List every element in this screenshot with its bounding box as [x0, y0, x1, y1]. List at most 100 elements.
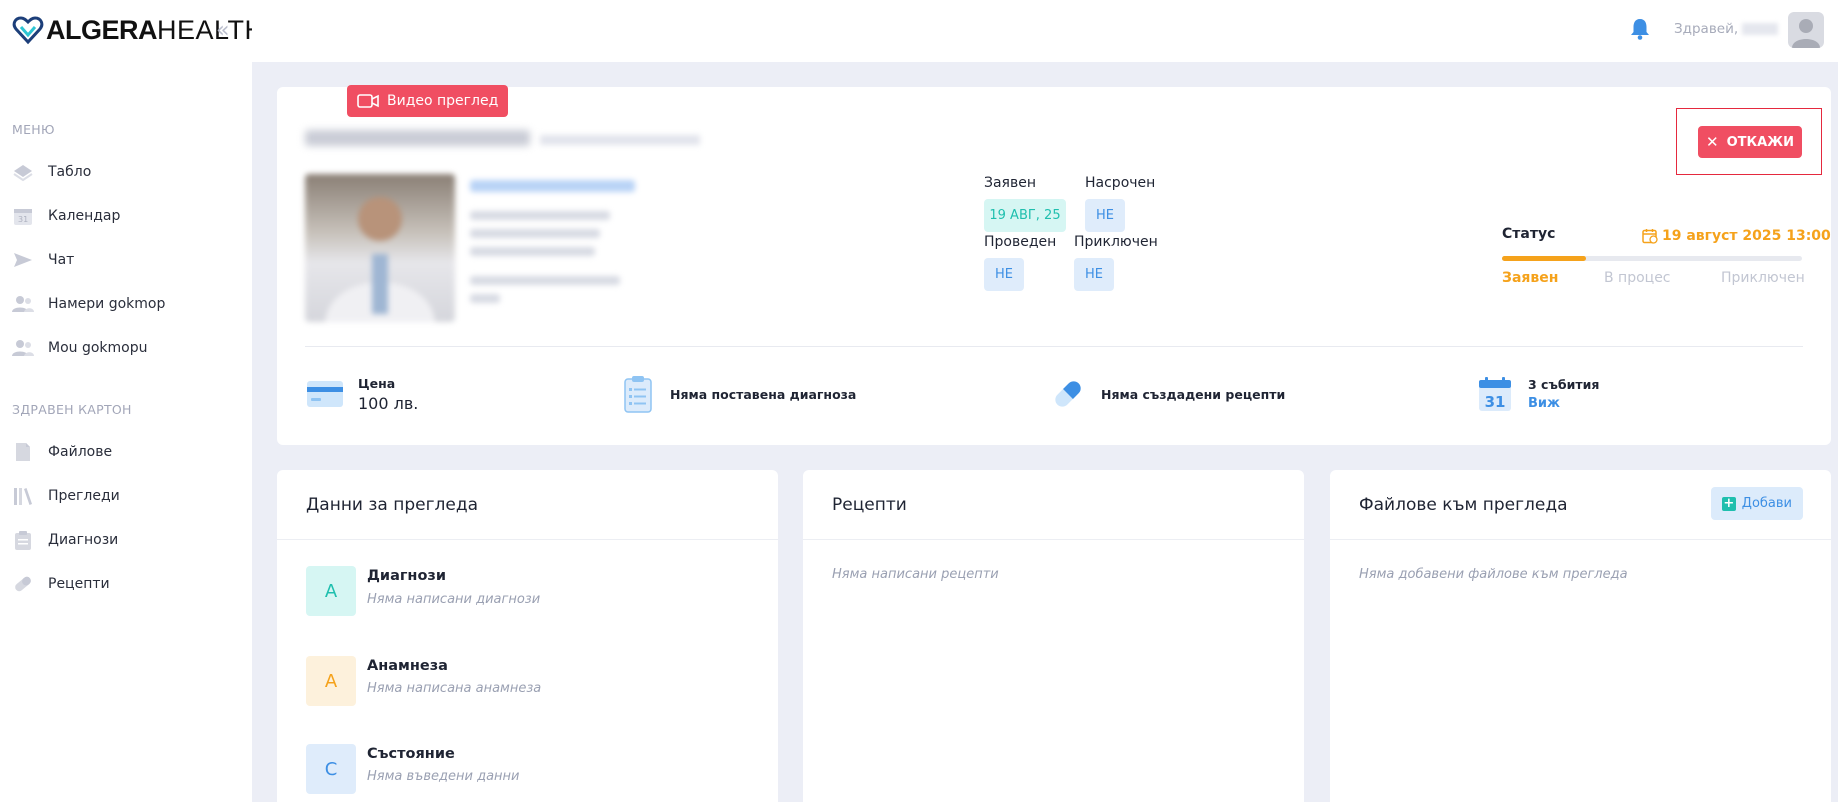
anamnesis-title[interactable]: Анамнеза — [367, 658, 448, 674]
diagnoses-badge: A — [306, 566, 356, 616]
video-exam-tag[interactable]: Видео преглед — [347, 85, 509, 117]
top-bar — [252, 0, 1838, 62]
add-file-button[interactable]: + Добави — [1710, 487, 1803, 520]
step-requested: Заявен — [1502, 270, 1559, 286]
avatar[interactable] — [1788, 12, 1824, 48]
sidebar-item-label: Mou gokmopu — [48, 340, 148, 356]
sidebar-item-calendar[interactable]: 31 Календар — [0, 196, 252, 236]
finished-label: Приключен — [1074, 234, 1158, 250]
sidebar-item-label: Намери gokmop — [48, 296, 166, 312]
bell-icon[interactable] — [1630, 18, 1650, 40]
finished-badge: НЕ — [1074, 258, 1114, 291]
anamnesis-empty: Няма написана анамнеза — [367, 681, 542, 696]
calendar-icon: 31 — [1479, 377, 1511, 411]
exam-files-card: Файлове към прегледа + Добави Няма добаве… — [1330, 470, 1831, 802]
conducted-badge: НЕ — [984, 258, 1024, 291]
step-finished: Приключен — [1721, 270, 1805, 286]
divider — [305, 346, 1803, 347]
sidebar-item-chat[interactable]: Чат — [0, 240, 252, 280]
diagnoses-title[interactable]: Диагнози — [367, 568, 446, 584]
logo-text-bold: ALGERA — [46, 14, 158, 45]
appointment-subtitle-blurred — [540, 135, 700, 145]
doctor-contact-blurred — [470, 229, 600, 238]
menu-section-title: МЕНЮ — [12, 122, 55, 137]
scheduled-badge: НЕ — [1085, 199, 1125, 232]
sidebar-item-diagnoses[interactable]: Диагнози — [0, 520, 252, 560]
requested-label: Заявен — [984, 175, 1036, 191]
sidebar-item-files[interactable]: Файлове — [0, 432, 252, 472]
prescriptions-status: Няма създадени рецепти — [1101, 387, 1286, 402]
greeting-text: Здравей, — [1674, 21, 1739, 37]
sidebar-item-label: Рецепти — [48, 576, 110, 592]
status-date-text: 19 август 2025 13:00 — [1662, 228, 1831, 244]
status-progress-bar — [1502, 256, 1802, 261]
cancel-button[interactable]: ✕ ОТКАЖИ — [1698, 126, 1802, 158]
doctor-contact-blurred — [470, 247, 595, 256]
heart-logo-icon — [12, 16, 44, 45]
events-count: 3 събития — [1528, 377, 1600, 392]
exam-files-empty: Няма добавени файлове към прегледа — [1359, 567, 1628, 582]
video-exam-label: Видео преглед — [387, 93, 499, 109]
view-events-link[interactable]: Виж — [1528, 396, 1560, 411]
card-divider — [803, 539, 1304, 540]
calendar-clock-icon — [1642, 229, 1658, 244]
sidebar: ALGERA HEALTH « МЕНЮ Табло 31 Календар Ча… — [0, 0, 264, 802]
people-icon — [12, 293, 34, 315]
card-divider — [1330, 539, 1831, 540]
sidebar-item-label: Чат — [48, 252, 75, 268]
svg-text:31: 31 — [18, 215, 28, 224]
condition-title[interactable]: Състояние — [367, 746, 455, 762]
price-label: Цена — [358, 376, 396, 391]
doctor-name-blurred[interactable] — [470, 180, 635, 192]
pill-icon — [12, 573, 34, 595]
calendar-day-number: 31 — [1485, 393, 1506, 411]
exam-files-title: Файлове към прегледа — [1359, 495, 1568, 515]
doctors-icon — [12, 337, 34, 359]
price-value: 100 лв. — [358, 394, 419, 413]
health-record-section-title: ЗДРАВЕН КАРТОН — [12, 402, 132, 417]
user-name-blurred — [1742, 23, 1779, 35]
video-camera-icon — [357, 94, 379, 108]
anamnesis-badge: A — [306, 656, 356, 706]
diagnoses-empty: Няма написани диагнози — [367, 592, 541, 607]
file-icon — [12, 441, 34, 463]
diagnosis-status: Няма поставена диагноза — [670, 387, 857, 402]
sidebar-item-label: Табло — [48, 164, 92, 180]
sidebar-item-dashboard[interactable]: Табло — [0, 152, 252, 192]
close-icon: ✕ — [1706, 133, 1719, 151]
pill-capsule-icon — [1055, 381, 1081, 407]
plus-icon: + — [1721, 495, 1736, 511]
sidebar-item-label: Файлове — [48, 444, 113, 460]
card-divider — [277, 539, 778, 540]
doctor-extra-blurred — [470, 276, 620, 285]
doctor-specialty-blurred — [470, 211, 610, 220]
sidebar-item-exams[interactable]: Прегледи — [0, 476, 252, 516]
credit-card-icon — [307, 381, 343, 407]
clipboard-list-icon — [624, 376, 652, 413]
user-avatar-icon — [1792, 19, 1820, 48]
send-icon — [12, 249, 34, 271]
scheduled-label: Насрочен — [1085, 175, 1156, 191]
condition-badge: C — [306, 744, 356, 794]
prescriptions-title: Рецепти — [832, 495, 907, 515]
sidebar-item-label: Прегледи — [48, 488, 120, 504]
exam-data-card: Данни за прегледа A Диагнози Няма написа… — [277, 470, 778, 802]
greeting: Здравей, — [1674, 21, 1779, 37]
status-progress-fill — [1502, 256, 1586, 261]
collapse-sidebar-icon[interactable]: « — [216, 18, 229, 43]
calendar-icon: 31 — [12, 205, 34, 227]
add-file-label: Добави — [1741, 496, 1792, 511]
cancel-label: ОТКАЖИ — [1726, 134, 1794, 150]
exam-data-title: Данни за прегледа — [306, 495, 479, 515]
doctor-photo[interactable] — [305, 174, 455, 322]
status-title: Статус — [1502, 226, 1556, 242]
doctor-extra-blurred — [470, 294, 500, 303]
condition-empty: Няма въведени данни — [367, 769, 520, 784]
status-date: 19 август 2025 13:00 — [1642, 228, 1831, 244]
clipboard-icon — [12, 529, 34, 551]
sidebar-item-my-doctors[interactable]: Mou gokmopu — [0, 328, 252, 368]
sidebar-item-prescriptions[interactable]: Рецепти — [0, 564, 252, 604]
sidebar-item-label: Диагнози — [48, 532, 119, 548]
prescriptions-card: Рецепти Няма написани рецепти — [803, 470, 1304, 802]
sidebar-item-find-doctor[interactable]: Намери gokmop — [0, 284, 252, 324]
